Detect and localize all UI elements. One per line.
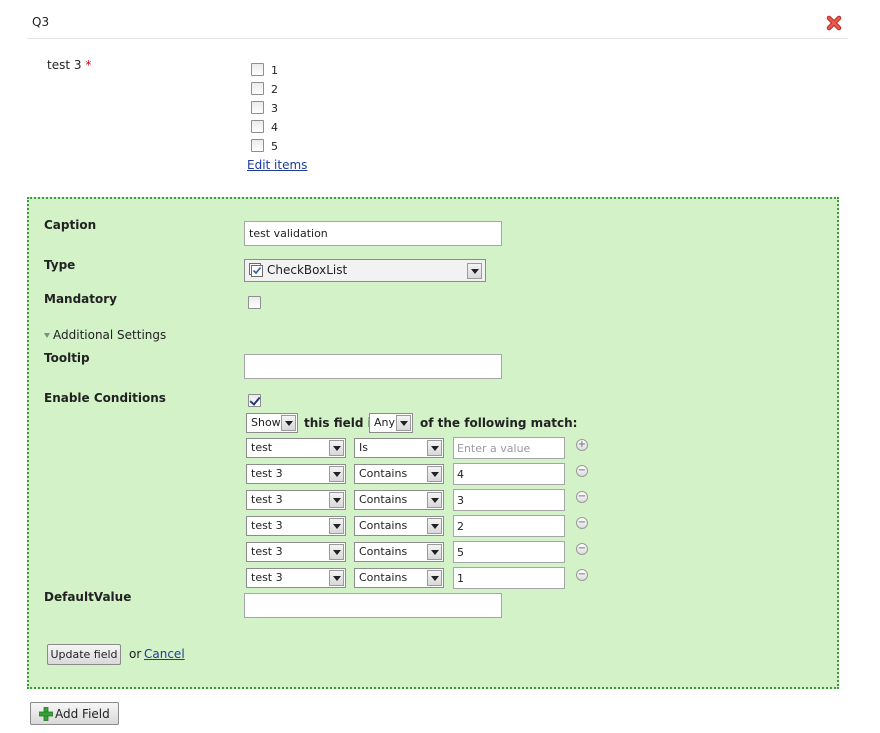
remove-condition-button[interactable]: −: [576, 491, 588, 503]
remove-condition-button[interactable]: −: [576, 569, 588, 581]
condition-operator-value: Contains: [359, 519, 408, 532]
match-select-value: Any: [374, 416, 396, 429]
condition-field-value: test: [251, 441, 273, 454]
header-divider: [27, 38, 848, 39]
chevron-down-icon: [281, 415, 296, 431]
caption-label: Caption: [44, 218, 97, 232]
add-field-label: Add Field: [55, 706, 110, 721]
condition-field-select[interactable]: test 3: [246, 542, 346, 562]
close-icon[interactable]: [826, 15, 842, 31]
cancel-link[interactable]: Cancel: [144, 647, 185, 661]
chevron-down-icon: [427, 440, 442, 456]
triangle-down-icon: [44, 333, 50, 338]
type-select[interactable]: CheckBoxList: [244, 259, 486, 282]
default-value-input[interactable]: [244, 593, 502, 618]
condition-operator-select[interactable]: Is: [354, 438, 444, 458]
option-checkbox[interactable]: [251, 101, 264, 114]
default-value-label: DefaultValue: [44, 590, 132, 604]
condition-operator-value: Is: [359, 441, 368, 454]
condition-field-select[interactable]: test 3: [246, 464, 346, 484]
condition-value-input[interactable]: 2: [453, 515, 565, 537]
chevron-down-icon: [427, 518, 442, 534]
additional-settings-toggle[interactable]: Additional Settings: [44, 328, 166, 342]
chevron-down-icon: [427, 570, 442, 586]
option-label: 5: [271, 140, 278, 153]
condition-operator-select[interactable]: Contains: [354, 568, 444, 588]
option-checkbox[interactable]: [251, 82, 264, 95]
condition-field-value: test 3: [251, 467, 283, 480]
condition-value-input[interactable]: 4: [453, 463, 565, 485]
update-field-button[interactable]: Update field: [47, 644, 121, 665]
edit-items-link[interactable]: Edit items: [247, 158, 307, 172]
chevron-down-icon: [329, 544, 344, 560]
remove-condition-button[interactable]: −: [576, 517, 588, 529]
tooltip-label: Tooltip: [44, 351, 90, 365]
option-label: 2: [271, 83, 278, 96]
show-select-value: Show: [251, 416, 281, 429]
condition-operator-value: Contains: [359, 467, 408, 480]
additional-settings-label: Additional Settings: [53, 328, 167, 342]
chevron-down-icon: [329, 466, 344, 482]
chevron-down-icon: [427, 466, 442, 482]
add-icon: [39, 707, 53, 721]
condition-operator-value: Contains: [359, 493, 408, 506]
condition-field-select[interactable]: test: [246, 438, 346, 458]
following-match-text: of the following match:: [420, 416, 578, 430]
condition-value-input[interactable]: 5: [453, 541, 565, 563]
option-checkbox[interactable]: [251, 63, 264, 76]
required-mark: *: [85, 58, 92, 72]
condition-field-value: test 3: [251, 545, 283, 558]
tooltip-input[interactable]: [244, 354, 502, 379]
enable-conditions-label: Enable Conditions: [44, 391, 166, 405]
condition-operator-select[interactable]: Contains: [354, 516, 444, 536]
question-title: Q3: [32, 15, 50, 29]
chevron-down-icon: [329, 492, 344, 508]
or-text: or: [129, 647, 142, 661]
type-select-value: CheckBoxList: [267, 263, 348, 277]
option-label: 3: [271, 102, 278, 115]
condition-field-value: test 3: [251, 493, 283, 506]
condition-operator-value: Contains: [359, 545, 408, 558]
chevron-down-icon: [427, 544, 442, 560]
this-field-if-text: this field if: [304, 416, 377, 430]
checkbox-list-icon: [249, 263, 263, 277]
match-select[interactable]: Any: [369, 413, 413, 433]
chevron-down-icon: [329, 518, 344, 534]
condition-operator-select[interactable]: Contains: [354, 464, 444, 484]
condition-value-input[interactable]: Enter a value: [453, 437, 565, 459]
type-label: Type: [44, 258, 76, 272]
mandatory-label: Mandatory: [44, 292, 117, 306]
remove-condition-button[interactable]: −: [576, 465, 588, 477]
chevron-down-icon: [329, 440, 344, 456]
mandatory-checkbox[interactable]: [248, 296, 261, 309]
condition-operator-select[interactable]: Contains: [354, 490, 444, 510]
option-label: 4: [271, 121, 278, 134]
chevron-down-icon: [467, 263, 482, 279]
condition-operator-value: Contains: [359, 571, 408, 584]
condition-field-select[interactable]: test 3: [246, 516, 346, 536]
option-checkbox[interactable]: [251, 139, 264, 152]
field-label: test 3 *: [47, 58, 91, 72]
field-label-text: test 3: [47, 58, 82, 72]
condition-value-input[interactable]: 1: [453, 567, 565, 589]
condition-field-value: test 3: [251, 519, 283, 532]
remove-condition-button[interactable]: −: [576, 543, 588, 555]
chevron-down-icon: [329, 570, 344, 586]
condition-field-select[interactable]: test 3: [246, 568, 346, 588]
chevron-down-icon: [427, 492, 442, 508]
condition-field-value: test 3: [251, 571, 283, 584]
enable-conditions-checkbox[interactable]: [248, 394, 261, 407]
add-condition-button[interactable]: +: [576, 439, 588, 451]
show-select[interactable]: Show: [246, 413, 298, 433]
option-label: 1: [271, 64, 278, 77]
condition-field-select[interactable]: test 3: [246, 490, 346, 510]
condition-operator-select[interactable]: Contains: [354, 542, 444, 562]
option-checkbox[interactable]: [251, 120, 264, 133]
chevron-down-icon: [396, 415, 411, 431]
add-field-button[interactable]: Add Field: [30, 702, 119, 725]
caption-input[interactable]: test validation: [244, 221, 502, 246]
condition-value-input[interactable]: 3: [453, 489, 565, 511]
